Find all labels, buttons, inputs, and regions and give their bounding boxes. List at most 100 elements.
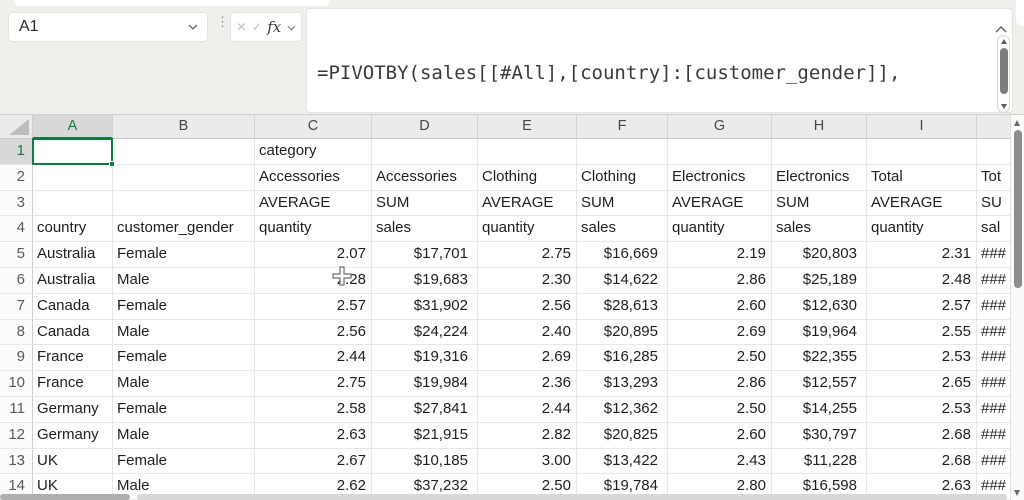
cell-D5[interactable]: $17,701 xyxy=(372,242,478,268)
cell-D10[interactable]: $19,984 xyxy=(372,371,478,397)
cell-B11[interactable]: Female xyxy=(113,397,255,423)
cell-B5[interactable]: Female xyxy=(113,242,255,268)
cell-E2[interactable]: Clothing xyxy=(478,165,577,191)
cell-E5[interactable]: 2.75 xyxy=(478,242,577,268)
column-header-E[interactable]: E xyxy=(478,115,577,139)
cell-A5[interactable]: Australia xyxy=(33,242,113,268)
cell-I6[interactable]: 2.48 xyxy=(867,268,977,294)
cell-C9[interactable]: 2.44 xyxy=(255,345,372,371)
cell-E10[interactable]: 2.36 xyxy=(478,371,577,397)
cell-C2[interactable]: Accessories xyxy=(255,165,372,191)
cell-D8[interactable]: $24,224 xyxy=(372,320,478,346)
cell-C5[interactable]: 2.07 xyxy=(255,242,372,268)
cell-C8[interactable]: 2.56 xyxy=(255,320,372,346)
cell-F1[interactable] xyxy=(577,139,668,165)
cell-H10[interactable]: $12,557 xyxy=(772,371,867,397)
cell-H13[interactable]: $11,228 xyxy=(772,449,867,475)
row-header-13[interactable]: 13 xyxy=(0,449,33,475)
cell-I10[interactable]: 2.65 xyxy=(867,371,977,397)
formula-bar-scrollbar[interactable] xyxy=(997,35,1010,113)
column-header-D[interactable]: D xyxy=(372,115,478,139)
cell-D11[interactable]: $27,841 xyxy=(372,397,478,423)
scroll-up-icon[interactable] xyxy=(1001,39,1007,44)
cell-A2[interactable] xyxy=(33,165,113,191)
cell-A4[interactable]: country xyxy=(33,216,113,242)
column-header-F[interactable]: F xyxy=(577,115,668,139)
cell-H9[interactable]: $22,355 xyxy=(772,345,867,371)
column-header-C[interactable]: C xyxy=(255,115,372,139)
cell-C10[interactable]: 2.75 xyxy=(255,371,372,397)
cell-A9[interactable]: France xyxy=(33,345,113,371)
row-header-7[interactable]: 7 xyxy=(0,294,33,320)
cell-A7[interactable]: Canada xyxy=(33,294,113,320)
cell-E9[interactable]: 2.69 xyxy=(478,345,577,371)
cell-H3[interactable]: SUM xyxy=(772,191,867,217)
name-box[interactable]: A1 xyxy=(8,12,208,42)
cell-B4[interactable]: customer_gender xyxy=(113,216,255,242)
row-header-9[interactable]: 9 xyxy=(0,345,33,371)
cell-F13[interactable]: $13,422 xyxy=(577,449,668,475)
cell-C1[interactable]: category xyxy=(255,139,372,165)
cell-C3[interactable]: AVERAGE xyxy=(255,191,372,217)
cell-I3[interactable]: AVERAGE xyxy=(867,191,977,217)
cell-G3[interactable]: AVERAGE xyxy=(668,191,772,217)
cell-G13[interactable]: 2.43 xyxy=(668,449,772,475)
enter-icon[interactable]: ✓ xyxy=(252,21,262,33)
cell-H11[interactable]: $14,255 xyxy=(772,397,867,423)
cell-E4[interactable]: quantity xyxy=(478,216,577,242)
cell-A8[interactable]: Canada xyxy=(33,320,113,346)
cell-G8[interactable]: 2.69 xyxy=(668,320,772,346)
column-header-B[interactable]: B xyxy=(113,115,255,139)
cell-A10[interactable]: France xyxy=(33,371,113,397)
cell-H8[interactable]: $19,964 xyxy=(772,320,867,346)
cell-B1[interactable] xyxy=(113,139,255,165)
horizontal-scrollbar-thumb[interactable] xyxy=(0,494,130,500)
cell-F12[interactable]: $20,825 xyxy=(577,423,668,449)
cell-I1[interactable] xyxy=(867,139,977,165)
cell-B9[interactable]: Female xyxy=(113,345,255,371)
row-header-8[interactable]: 8 xyxy=(0,320,33,346)
cell-A3[interactable] xyxy=(33,191,113,217)
vertical-scrollbar[interactable] xyxy=(1010,115,1024,500)
cell-I2[interactable]: Total xyxy=(867,165,977,191)
cell-E12[interactable]: 2.82 xyxy=(478,423,577,449)
formula-bar-resize-handle[interactable]: ⋮ xyxy=(216,17,224,37)
cell-F8[interactable]: $20,895 xyxy=(577,320,668,346)
row-header-4[interactable]: 4 xyxy=(0,216,33,242)
cell-A6[interactable]: Australia xyxy=(33,268,113,294)
cancel-icon[interactable]: ✕ xyxy=(236,21,246,33)
cell-D7[interactable]: $31,902 xyxy=(372,294,478,320)
cell-D4[interactable]: sales xyxy=(372,216,478,242)
cell-C12[interactable]: 2.63 xyxy=(255,423,372,449)
cell-G7[interactable]: 2.60 xyxy=(668,294,772,320)
cell-C11[interactable]: 2.58 xyxy=(255,397,372,423)
cell-I7[interactable]: 2.57 xyxy=(867,294,977,320)
cell-I11[interactable]: 2.53 xyxy=(867,397,977,423)
cell-H1[interactable] xyxy=(772,139,867,165)
fill-handle[interactable] xyxy=(109,161,115,167)
cell-G11[interactable]: 2.50 xyxy=(668,397,772,423)
cell-F6[interactable]: $14,622 xyxy=(577,268,668,294)
cell-H2[interactable]: Electronics xyxy=(772,165,867,191)
cell-I12[interactable]: 2.68 xyxy=(867,423,977,449)
cell-E6[interactable]: 2.30 xyxy=(478,268,577,294)
scroll-up-icon[interactable] xyxy=(1014,120,1020,126)
cell-B7[interactable]: Female xyxy=(113,294,255,320)
cell-D6[interactable]: $19,683 xyxy=(372,268,478,294)
cell-I8[interactable]: 2.55 xyxy=(867,320,977,346)
cell-D1[interactable] xyxy=(372,139,478,165)
cell-C13[interactable]: 2.67 xyxy=(255,449,372,475)
row-header-2[interactable]: 2 xyxy=(0,165,33,191)
cell-H7[interactable]: $12,630 xyxy=(772,294,867,320)
row-header-12[interactable]: 12 xyxy=(0,423,33,449)
row-header-6[interactable]: 6 xyxy=(0,268,33,294)
column-header-I[interactable]: I xyxy=(867,115,977,139)
cell-B2[interactable] xyxy=(113,165,255,191)
scroll-down-icon[interactable] xyxy=(1014,490,1020,496)
row-header-11[interactable]: 11 xyxy=(0,397,33,423)
cell-F3[interactable]: SUM xyxy=(577,191,668,217)
function-dropdown-icon[interactable] xyxy=(287,18,296,36)
cell-D9[interactable]: $19,316 xyxy=(372,345,478,371)
cell-B13[interactable]: Female xyxy=(113,449,255,475)
cell-F11[interactable]: $12,362 xyxy=(577,397,668,423)
